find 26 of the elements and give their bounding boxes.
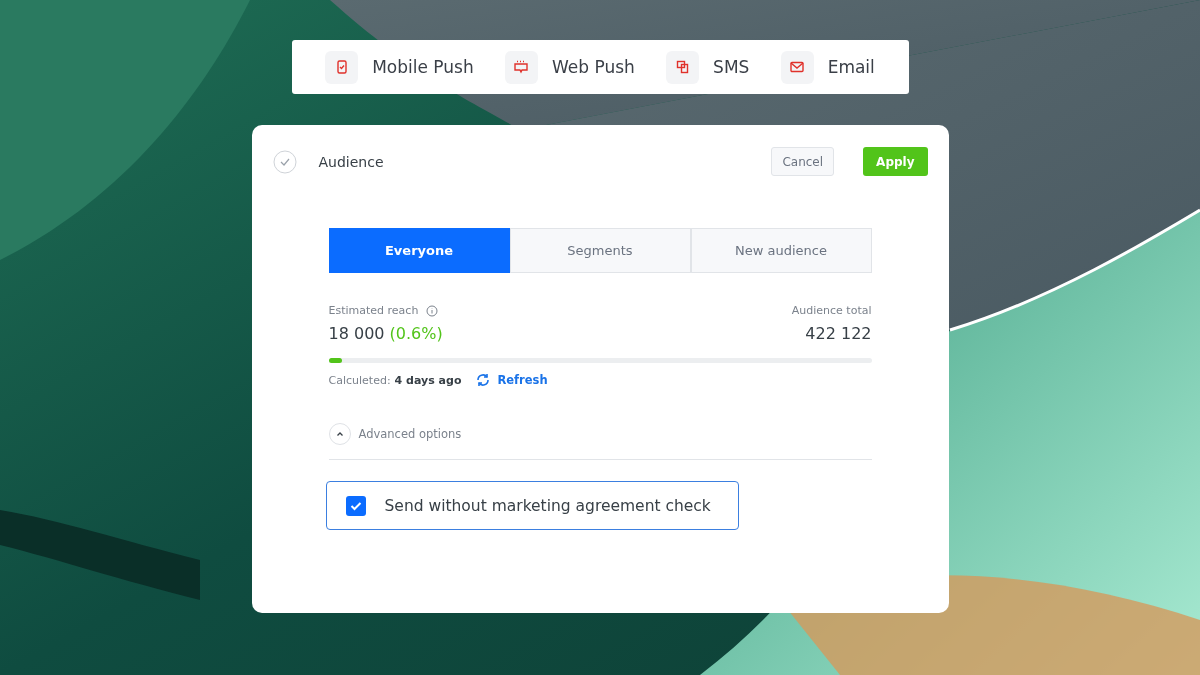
refresh-icon — [475, 372, 492, 388]
panel-title: Audience — [318, 153, 385, 170]
reach-value: 18 000 — [328, 324, 385, 343]
total-label: Audience total — [791, 304, 872, 317]
channel-label[interactable]: Web Push — [551, 57, 635, 77]
message-icon — [674, 59, 691, 75]
advanced-options-toggle[interactable]: Advanced options — [328, 423, 462, 445]
reach-label: Estimated reach — [328, 304, 419, 317]
audience-tab[interactable]: New audience — [690, 228, 872, 273]
checkbox[interactable] — [345, 495, 366, 516]
option-checkbox-row[interactable]: Send without marketing agreement check — [325, 481, 739, 530]
option-label: Send without marketing agreement check — [384, 496, 711, 515]
total-value: 422 122 — [805, 324, 872, 343]
audience-tab[interactable]: Segments — [509, 228, 691, 273]
chat-bubble-icon — [513, 59, 530, 75]
channel-label[interactable]: Email — [827, 57, 875, 77]
calculated-label: Calculeted: — [328, 373, 391, 387]
channel-label[interactable]: SMS — [713, 57, 750, 77]
calculated-value: 4 days ago — [394, 373, 462, 387]
audience-tab[interactable]: Everyone — [328, 228, 510, 273]
refresh-link[interactable]: Refresh — [475, 372, 548, 388]
info-icon — [426, 304, 439, 317]
cancel-button[interactable]: Cancel — [771, 147, 835, 176]
reach-share: (0.6%) — [389, 324, 443, 343]
mail-icon — [789, 59, 806, 75]
channel-label[interactable]: Mobile Push — [372, 57, 474, 77]
